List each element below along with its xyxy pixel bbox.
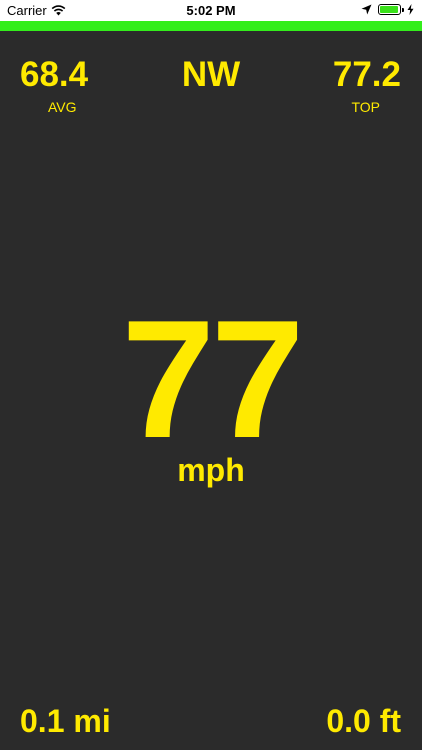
top-speed-label: TOP bbox=[351, 99, 380, 115]
speedometer-screen: Carrier 5:02 PM 68.4 AVG NW 77.2 TOP 77 bbox=[0, 0, 422, 750]
battery-icon bbox=[378, 4, 404, 15]
top-speed-value: 77.2 bbox=[332, 55, 401, 94]
status-bar: Carrier 5:02 PM bbox=[0, 0, 422, 21]
speed-unit: mph bbox=[177, 452, 245, 488]
altitude-value: 0.0 ft bbox=[326, 703, 401, 739]
status-right-icons bbox=[361, 4, 414, 15]
trip-distance: 0.1 mi bbox=[20, 703, 111, 739]
charging-bolt-icon bbox=[407, 4, 414, 15]
gps-signal-bar bbox=[0, 21, 422, 31]
status-time: 5:02 PM bbox=[186, 3, 236, 18]
location-arrow-icon bbox=[361, 4, 372, 15]
average-speed-label: AVG bbox=[48, 99, 77, 115]
battery-level bbox=[380, 6, 398, 13]
battery-cap bbox=[402, 8, 404, 12]
current-speed: 77 bbox=[121, 285, 305, 473]
